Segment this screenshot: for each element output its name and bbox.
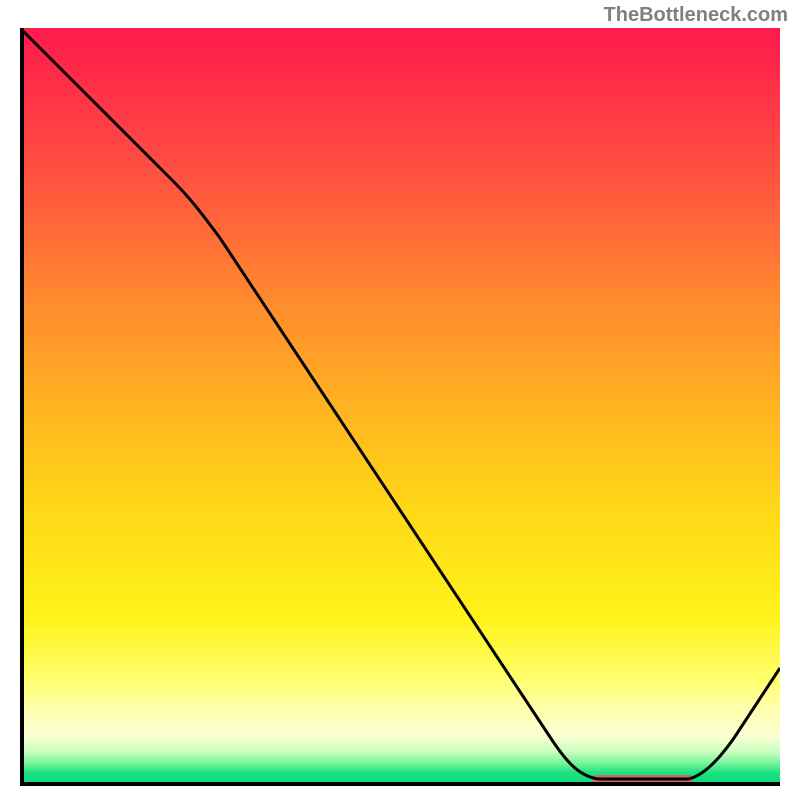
bottleneck-curve: [20, 28, 780, 779]
watermark-label: TheBottleneck.com: [604, 4, 788, 27]
plot-outer: [20, 28, 780, 786]
chart-overlay-svg: [20, 28, 780, 786]
plot-area: [20, 28, 780, 786]
chart-root: TheBottleneck.com: [0, 0, 800, 800]
